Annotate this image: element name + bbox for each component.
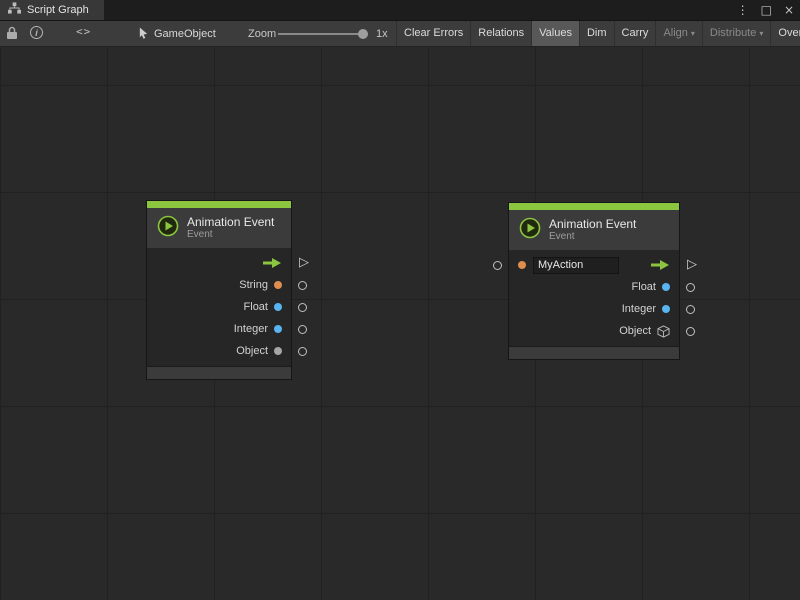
node-header[interactable]: Animation Event Event <box>147 208 291 248</box>
clear-errors-button[interactable]: Clear Errors <box>396 21 470 46</box>
object-output-port[interactable] <box>686 327 695 336</box>
maximize-icon[interactable]: □ <box>761 0 772 20</box>
chevron-down-icon: ▾ <box>691 21 695 46</box>
align-label: Align <box>663 21 687 46</box>
overview-button[interactable]: Overv <box>770 21 800 46</box>
output-row-float: Float <box>147 296 291 318</box>
zoom-label: Zoom <box>248 28 276 40</box>
node-subtitle: Event <box>549 231 636 243</box>
values-label: Values <box>539 21 572 46</box>
node-body: ▷ String Float Integer <box>147 248 291 366</box>
toolbar-buttons: Clear Errors Relations Values Dim Carry … <box>396 21 800 46</box>
overview-label: Overv <box>778 21 800 46</box>
node-title: Animation Event <box>187 215 274 229</box>
tab-script-graph[interactable]: Script Graph <box>0 0 104 20</box>
node-color-bar <box>509 203 679 210</box>
carry-button[interactable]: Carry <box>614 21 656 46</box>
event-play-icon <box>519 217 541 244</box>
cube-icon <box>657 325 670 338</box>
info-icon[interactable]: i <box>30 26 43 39</box>
output-label: Float <box>244 301 268 313</box>
output-row-integer: Integer <box>509 298 679 320</box>
tab-title: Script Graph <box>27 4 89 16</box>
output-row-object: Object <box>509 320 679 342</box>
output-row-string: String <box>147 274 291 296</box>
output-label: Float <box>632 281 656 293</box>
dim-button[interactable]: Dim <box>579 21 614 46</box>
output-label: Integer <box>622 303 656 315</box>
integer-type-dot <box>274 325 282 333</box>
gameobject-picker-icon[interactable] <box>138 26 149 40</box>
float-type-dot <box>662 283 670 291</box>
zoom-slider[interactable] <box>278 29 368 39</box>
float-type-dot <box>274 303 282 311</box>
float-output-port[interactable] <box>298 303 307 312</box>
control-flow-arrow-icon <box>650 259 670 271</box>
node-titles: Animation Event Event <box>549 217 636 243</box>
object-output-port[interactable] <box>298 347 307 356</box>
node-header[interactable]: Animation Event Event <box>509 210 679 250</box>
output-label: String <box>239 279 268 291</box>
name-input-port[interactable] <box>493 261 502 270</box>
menu-icon[interactable]: ⋮ <box>737 0 749 20</box>
window-controls: ⋮ □ × <box>737 0 794 20</box>
string-type-dot <box>518 261 526 269</box>
output-label: Object <box>236 345 268 357</box>
control-output-port[interactable]: ▷ <box>299 254 309 272</box>
string-output-port[interactable] <box>298 281 307 290</box>
output-row-object: Object <box>147 340 291 362</box>
node-animation-event-1[interactable]: Animation Event Event ▷ String Floa <box>146 200 292 380</box>
output-row-float: Float <box>509 276 679 298</box>
node-subtitle: Event <box>187 229 274 241</box>
carry-label: Carry <box>622 21 649 46</box>
node-color-bar <box>147 201 291 208</box>
chevron-down-icon: ▾ <box>759 21 763 46</box>
output-label: Integer <box>234 323 268 335</box>
zoom-slider-knob[interactable] <box>358 29 368 39</box>
integer-output-port[interactable] <box>686 305 695 314</box>
float-output-port[interactable] <box>686 283 695 292</box>
distribute-button[interactable]: Distribute▾ <box>702 21 770 46</box>
node-footer <box>147 366 291 379</box>
relations-label: Relations <box>478 21 524 46</box>
zoom-slider-track[interactable] <box>278 33 368 35</box>
toolbar: i <> GameObject Zoom 1x Clear Errors Rel… <box>0 21 800 47</box>
control-flow-arrow-icon <box>262 257 282 269</box>
lock-icon[interactable] <box>6 26 18 40</box>
relations-button[interactable]: Relations <box>470 21 531 46</box>
output-label: Object <box>619 325 651 337</box>
gameobject-label[interactable]: GameObject <box>154 28 216 40</box>
node-title: Animation Event <box>549 217 636 231</box>
titlebar: Script Graph ⋮ □ × <box>0 0 800 21</box>
event-play-icon <box>157 215 179 242</box>
close-icon[interactable]: × <box>784 0 794 20</box>
clear-errors-label: Clear Errors <box>404 21 463 46</box>
control-output-row: ▷ <box>147 252 291 274</box>
node-footer <box>509 346 679 359</box>
string-type-dot <box>274 281 282 289</box>
code-view-icon[interactable]: <> <box>76 25 91 38</box>
script-graph-window: Script Graph ⋮ □ × i <> GameObject Zoom … <box>0 0 800 600</box>
control-output-port[interactable]: ▷ <box>687 256 697 274</box>
node-titles: Animation Event Event <box>187 215 274 241</box>
action-input-row: ▷ <box>509 254 679 276</box>
distribute-label: Distribute <box>710 21 756 46</box>
graph-canvas[interactable]: Animation Event Event ▷ String Floa <box>0 47 800 600</box>
align-button[interactable]: Align▾ <box>655 21 701 46</box>
node-body: ▷ Float Integer Object <box>509 250 679 346</box>
output-row-integer: Integer <box>147 318 291 340</box>
action-name-input[interactable] <box>533 257 619 274</box>
integer-output-port[interactable] <box>298 325 307 334</box>
node-animation-event-2[interactable]: Animation Event Event ▷ Float <box>508 202 680 360</box>
object-type-dot <box>274 347 282 355</box>
values-button[interactable]: Values <box>531 21 579 46</box>
zoom-value: 1x <box>376 28 388 40</box>
graph-icon <box>8 1 21 19</box>
integer-type-dot <box>662 305 670 313</box>
dim-label: Dim <box>587 21 607 46</box>
